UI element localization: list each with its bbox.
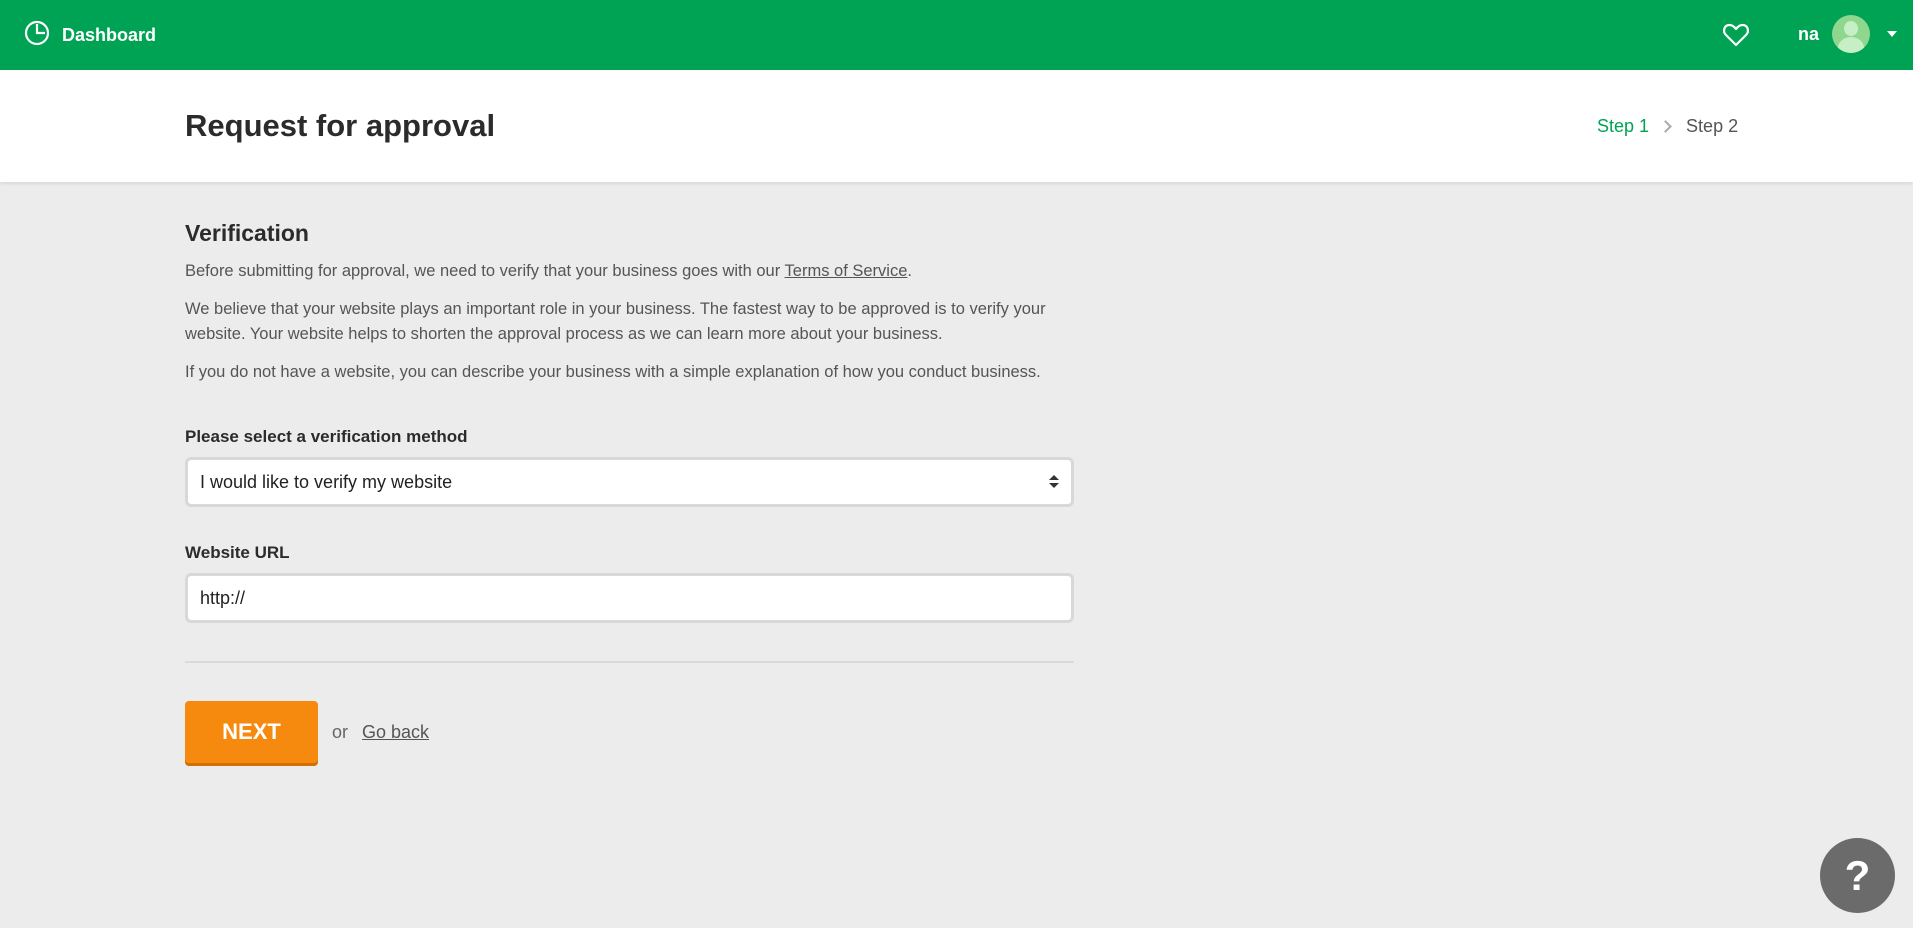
step-2: Step 2 bbox=[1686, 116, 1739, 136]
intro-paragraph: Before submitting for approval, we need … bbox=[185, 259, 1074, 284]
website-url-label: Website URL bbox=[185, 543, 290, 562]
page-header: Request for approval Step 1 Step 2 bbox=[0, 70, 1913, 182]
step-1: Step 1 bbox=[1597, 116, 1650, 136]
verification-method-label: Please select a verification method bbox=[185, 427, 468, 446]
section-title: Verification bbox=[185, 220, 309, 246]
intro-period: . bbox=[907, 262, 912, 280]
verification-method-value: I would like to verify my website bbox=[200, 471, 453, 492]
question-icon: ? bbox=[1844, 851, 1871, 899]
top-navbar: Dashboard na bbox=[0, 0, 1913, 70]
form-actions: NEXT or Go back bbox=[185, 701, 1074, 763]
chevron-right-icon bbox=[1659, 120, 1672, 133]
chevron-down-icon bbox=[1887, 31, 1898, 37]
help-button[interactable]: ? bbox=[1820, 838, 1895, 913]
avatar bbox=[1832, 15, 1871, 53]
verification-method-select[interactable]: I would like to verify my website bbox=[185, 457, 1074, 507]
website-paragraph: We believe that your website plays an im… bbox=[185, 300, 1046, 343]
select-arrows-icon bbox=[1049, 475, 1059, 488]
dashboard-label: Dashboard bbox=[62, 24, 157, 45]
website-url-value: http:// bbox=[200, 587, 246, 608]
page-title: Request for approval bbox=[185, 108, 496, 143]
favorites-heart-icon[interactable] bbox=[1721, 20, 1751, 50]
go-back-link[interactable]: Go back bbox=[362, 722, 429, 743]
dashboard-link[interactable]: Dashboard bbox=[24, 20, 156, 50]
no-website-paragraph: If you do not have a website, you can de… bbox=[185, 363, 1041, 381]
user-menu[interactable]: na bbox=[1798, 14, 1898, 54]
dashboard-icon bbox=[24, 20, 50, 51]
terms-of-service-link[interactable]: Terms of Service bbox=[785, 262, 908, 280]
intro-text: Before submitting for approval, we need … bbox=[185, 262, 785, 280]
website-url-input[interactable]: http:// bbox=[185, 573, 1074, 623]
verification-form: Verification Before submitting for appro… bbox=[185, 220, 1074, 763]
next-button[interactable]: NEXT bbox=[185, 701, 318, 763]
step-indicator: Step 1 Step 2 bbox=[1597, 116, 1738, 137]
or-text: or bbox=[332, 721, 349, 742]
user-name: na bbox=[1798, 23, 1820, 44]
